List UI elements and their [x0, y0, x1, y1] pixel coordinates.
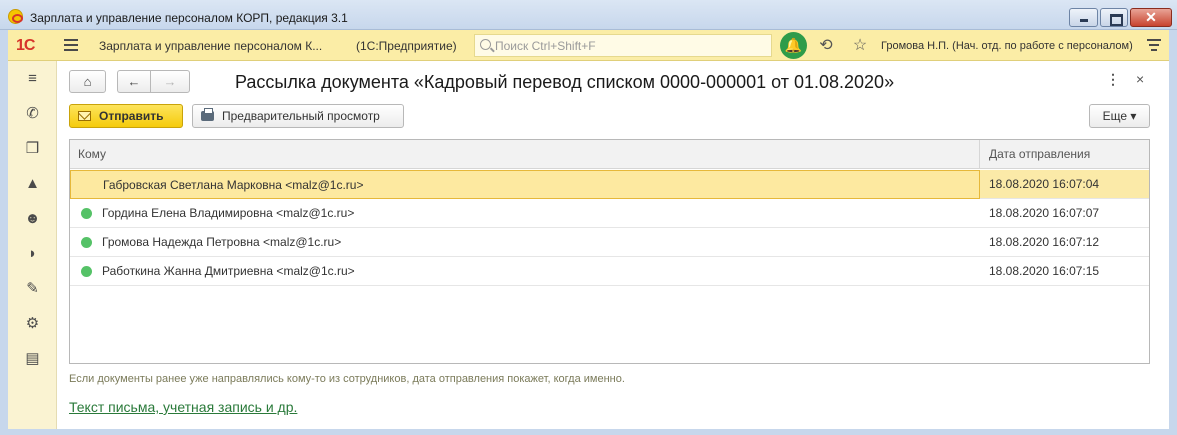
recipient-cell: Габровская Светлана Марковна <malz@1c.ru…	[70, 170, 980, 199]
history-icon[interactable]: ⟲	[816, 36, 836, 56]
app-logo-icon	[8, 9, 23, 24]
more-menu-button[interactable]: Еще ▾	[1089, 104, 1150, 128]
window-title-bar: Зарплата и управление персоналом КОРП, р…	[0, 0, 1177, 30]
sent-date-cell: 18.08.2020 16:07:15	[989, 264, 1100, 278]
envelope-icon	[78, 111, 91, 121]
column-header-date[interactable]: Дата отправления	[981, 140, 1149, 169]
table-row[interactable]: Габровская Светлана Марковна <malz@1c.ru…	[70, 170, 1149, 199]
preview-button[interactable]: Предварительный просмотр	[192, 104, 404, 128]
recipient-cell: Работкина Жанна Дмитриевна <malz@1c.ru>	[102, 264, 355, 278]
close-icon: ✕	[1145, 9, 1157, 25]
notifications-bell-icon[interactable]: 🔔	[780, 32, 807, 59]
forward-button[interactable]: →	[150, 70, 190, 93]
graduation-cap-icon[interactable]: ▲	[8, 170, 57, 198]
main-menu-icon[interactable]	[64, 39, 78, 51]
minimize-button[interactable]	[1069, 8, 1098, 27]
table-row[interactable]: Гордина Елена Владимировна <malz@1c.ru> …	[70, 199, 1149, 228]
send-button-label: Отправить	[99, 109, 164, 123]
page-title: Рассылка документа «Кадровый перевод спи…	[235, 72, 895, 92]
gift-icon[interactable]: ❒	[8, 135, 57, 163]
settings-menu-icon[interactable]	[1147, 39, 1161, 53]
hint-text: Если документы ранее уже направлялись ко…	[69, 373, 625, 385]
people-icon[interactable]: ☻	[8, 205, 57, 233]
preview-button-label: Предварительный просмотр	[222, 109, 380, 123]
window-title: Зарплата и управление персоналом КОРП, р…	[30, 11, 348, 25]
form-close-icon[interactable]: ×	[1136, 71, 1144, 87]
current-user[interactable]: Громова Н.П. (Нач. отд. по работе с перс…	[881, 40, 1133, 52]
maximize-button[interactable]	[1100, 8, 1128, 27]
app-toolbar: 1С Зарплата и управление персоналом К...…	[8, 30, 1169, 61]
phone-icon[interactable]: ✆	[8, 100, 57, 128]
home-button[interactable]: ⌂	[69, 70, 106, 93]
global-search[interactable]	[474, 34, 772, 57]
window-close-button[interactable]: ✕	[1130, 8, 1172, 27]
email-settings-link[interactable]: Текст письма, учетная запись и др.	[69, 399, 297, 415]
table-header: Кому Дата отправления	[70, 140, 1149, 169]
more-actions-icon[interactable]: ⋮	[1106, 71, 1120, 88]
app-mode-label: (1С:Предприятие)	[356, 39, 457, 53]
send-button[interactable]: Отправить	[69, 104, 183, 128]
column-header-to[interactable]: Кому	[70, 140, 980, 169]
helmet-icon[interactable]: ◗	[8, 240, 57, 268]
recipient-cell: Громова Надежда Петровна <malz@1c.ru>	[102, 235, 342, 249]
recipient-cell: Гордина Елена Владимировна <malz@1c.ru>	[102, 206, 355, 220]
sent-date-cell: 18.08.2020 16:07:04	[989, 177, 1100, 191]
search-input[interactable]	[495, 37, 765, 54]
1c-logo: 1С	[16, 37, 35, 54]
sent-date-cell: 18.08.2020 16:07:07	[989, 206, 1100, 220]
recipients-table: Кому Дата отправления Габровская Светлан…	[69, 139, 1150, 364]
gear-icon[interactable]: ⚙	[8, 310, 57, 338]
table-row[interactable]: Громова Надежда Петровна <malz@1c.ru> 18…	[70, 228, 1149, 257]
printer-icon	[201, 108, 214, 121]
app-title: Зарплата и управление персоналом К...	[99, 39, 323, 53]
sections-sidebar: ≡ ✆ ❒ ▲ ☻ ◗ ✎ ⚙ ▤	[8, 61, 57, 429]
window-frame-bottom	[0, 429, 1177, 435]
id-card-icon[interactable]: ▤	[8, 345, 57, 373]
table-row[interactable]: Работкина Жанна Дмитриевна <malz@1c.ru> …	[70, 257, 1149, 286]
back-button[interactable]: ←	[117, 70, 150, 93]
search-icon	[480, 39, 491, 50]
sent-date-cell: 18.08.2020 16:07:12	[989, 235, 1100, 249]
window-frame-right	[1169, 30, 1177, 435]
menu-icon[interactable]: ≡	[8, 65, 57, 93]
favorites-star-icon[interactable]: ☆	[850, 36, 870, 56]
window-frame-left	[0, 30, 8, 435]
wrench-icon[interactable]: ✎	[8, 275, 57, 303]
